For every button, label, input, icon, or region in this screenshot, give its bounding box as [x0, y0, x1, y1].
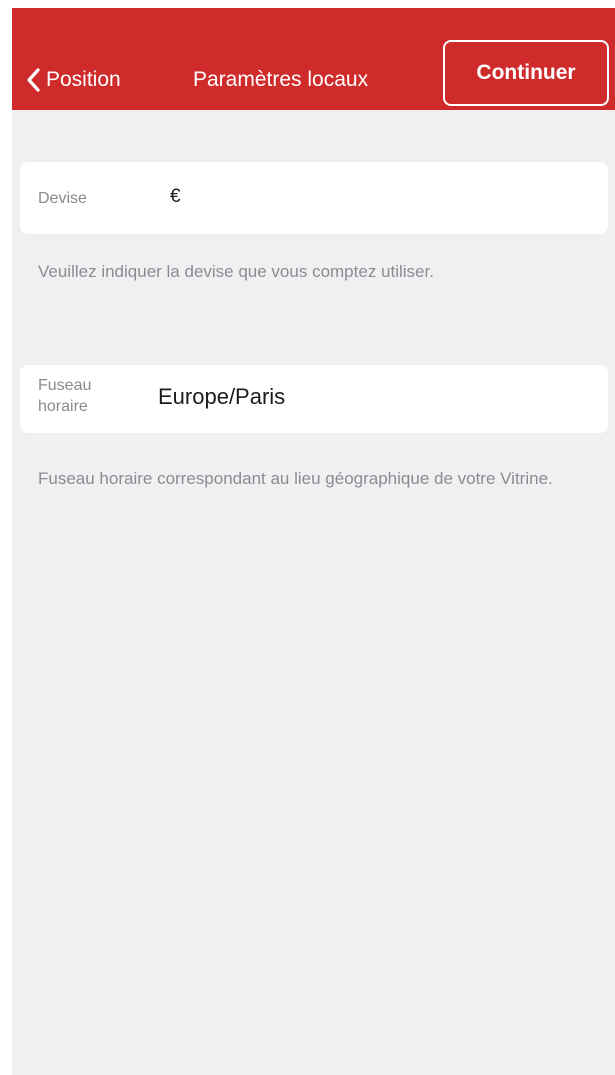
continue-button[interactable]: Continuer: [443, 40, 609, 106]
timezone-label: Fuseau horaire: [38, 377, 92, 415]
timezone-field[interactable]: Fuseau horaire Europe/Paris: [20, 365, 608, 433]
navigation-bar: Position Paramètres locaux Continuer: [12, 8, 615, 110]
back-button[interactable]: Position: [26, 60, 121, 100]
currency-hint: Veuillez indiquer la devise que vous com…: [38, 262, 434, 281]
page-title: Paramètres locaux: [193, 68, 369, 91]
chevron-left-icon: [27, 68, 40, 92]
currency-value: €: [170, 186, 181, 207]
screen: Position Paramètres locaux Continuer Dev…: [12, 8, 615, 1075]
timezone-value: Europe/Paris: [158, 384, 286, 409]
timezone-hint: Fuseau horaire correspondant au lieu géo…: [38, 469, 553, 488]
back-button-label: Position: [46, 68, 121, 91]
currency-label: Devise: [38, 190, 87, 207]
currency-field[interactable]: Devise €: [20, 162, 608, 234]
